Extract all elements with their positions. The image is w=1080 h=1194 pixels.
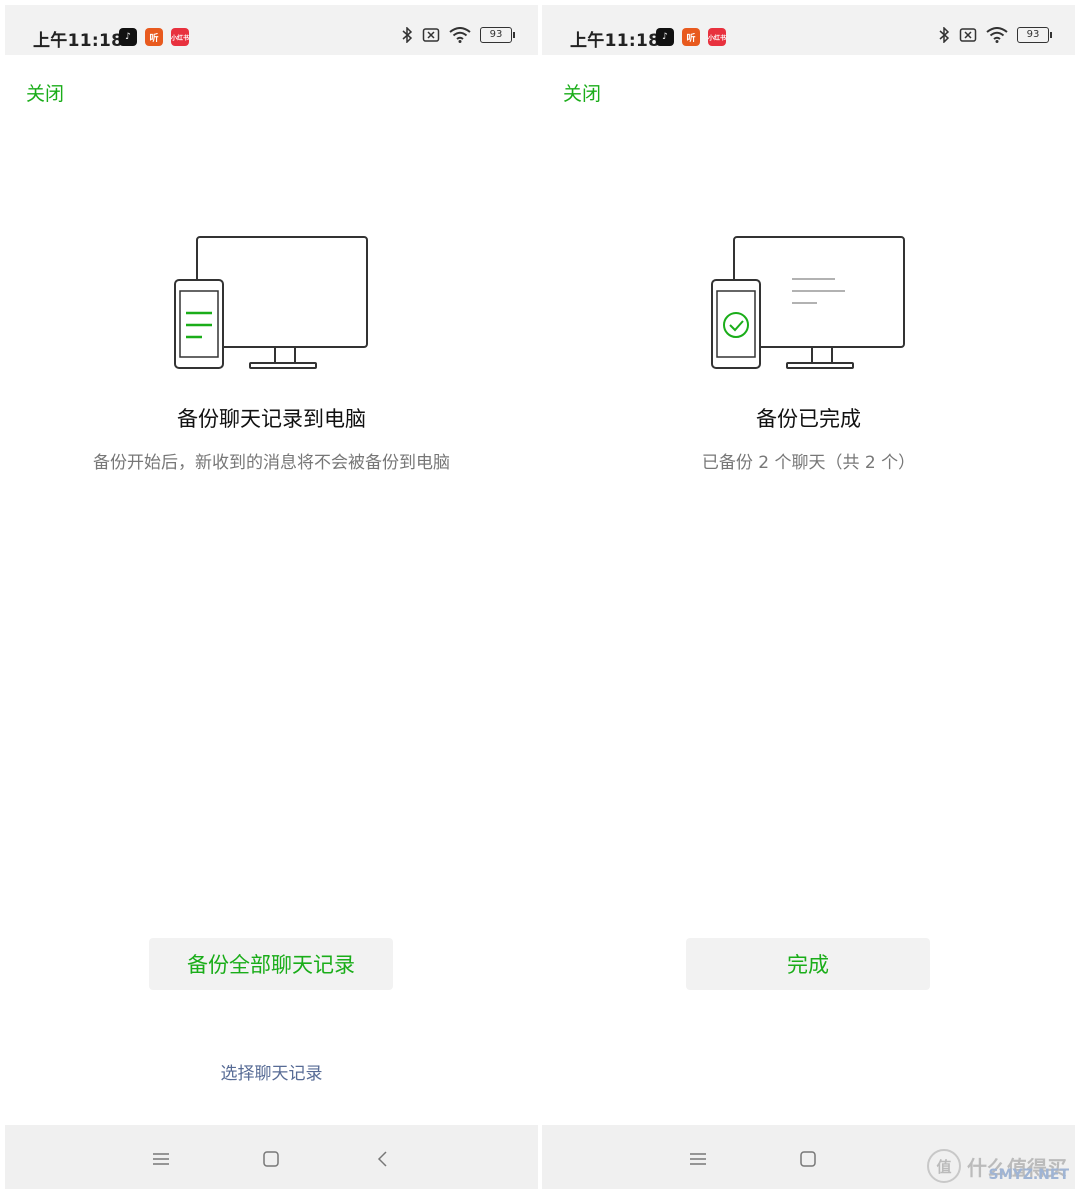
close-button[interactable]: 关闭 <box>563 79 601 106</box>
listen-app-icon: 听 <box>145 28 163 46</box>
tiktok-icon: ♪ <box>119 28 137 46</box>
battery-icon: 93 <box>480 27 515 43</box>
page-title: 备份聊天记录到电脑 <box>177 407 366 431</box>
watermark-overlay-text: SMYZ.NET <box>988 1167 1069 1183</box>
back-icon[interactable] <box>371 1147 395 1171</box>
wifi-icon <box>986 27 1008 43</box>
bluetooth-icon <box>402 27 413 43</box>
wifi-icon <box>449 27 471 43</box>
backup-start-screen: 上午11:18 ♪ 听 小红书 93 关闭 备份聊天记录到电脑 备份开始后，新收… <box>5 5 538 1189</box>
tiktok-icon: ♪ <box>656 28 674 46</box>
status-bar: 上午11:18 ♪ 听 小红书 93 <box>542 5 1075 55</box>
listen-app-icon: 听 <box>682 28 700 46</box>
status-time: 上午11:18 <box>33 31 124 51</box>
navigation-bar: 值 什么值得买 SMYZ.NET <box>542 1125 1075 1189</box>
backup-all-button[interactable]: 备份全部聊天记录 <box>149 938 393 990</box>
battery-icon: 93 <box>1017 27 1052 43</box>
select-chats-link[interactable]: 选择聊天记录 <box>5 1059 538 1084</box>
page-title: 备份已完成 <box>756 407 861 431</box>
status-time: 上午11:18 <box>570 31 661 51</box>
xiaohongshu-icon: 小红书 <box>708 28 726 46</box>
menu-icon[interactable] <box>686 1147 710 1171</box>
xiaohongshu-icon: 小红书 <box>171 28 189 46</box>
bluetooth-icon <box>939 27 950 43</box>
notification-icons: ♪ 听 小红书 <box>119 28 189 46</box>
phone-to-pc-illustration <box>174 236 368 369</box>
watermark-logo-icon: 值 <box>927 1149 961 1183</box>
page-description: 备份开始后，新收到的消息将不会被备份到电脑 <box>93 453 450 473</box>
backup-complete-illustration <box>711 236 905 369</box>
system-icons: 93 <box>401 27 515 43</box>
home-icon[interactable] <box>259 1147 283 1171</box>
close-button[interactable]: 关闭 <box>26 79 64 106</box>
done-button[interactable]: 完成 <box>686 938 930 990</box>
no-sim-icon <box>422 28 440 42</box>
menu-icon[interactable] <box>149 1147 173 1171</box>
notification-icons: ♪ 听 小红书 <box>656 28 726 46</box>
home-icon[interactable] <box>796 1147 820 1171</box>
status-bar: 上午11:18 ♪ 听 小红书 93 <box>5 5 538 55</box>
navigation-bar <box>5 1125 538 1189</box>
backup-complete-screen: 上午11:18 ♪ 听 小红书 93 关闭 备份已完成 已备份 2 个聊天（共 … <box>542 5 1075 1189</box>
system-icons: 93 <box>938 27 1052 43</box>
page-description: 已备份 2 个聊天（共 2 个） <box>701 453 916 473</box>
no-sim-icon <box>959 28 977 42</box>
